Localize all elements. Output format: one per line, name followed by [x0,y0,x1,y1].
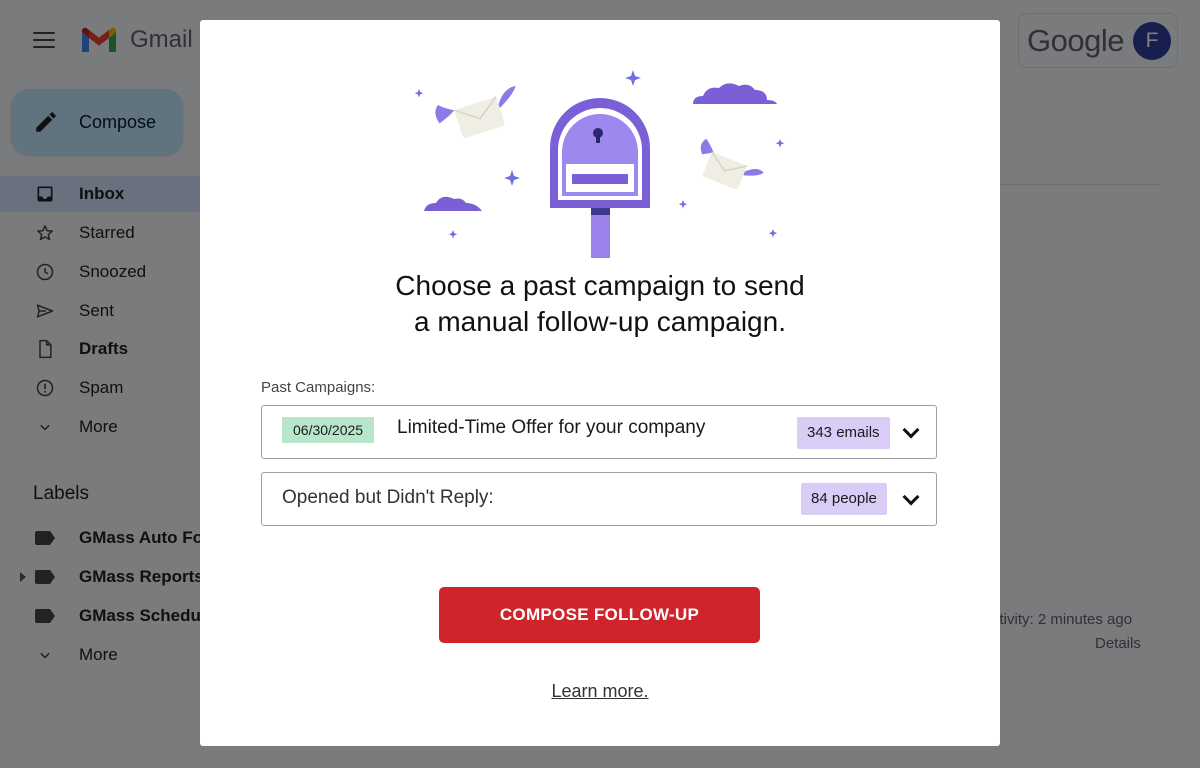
learn-more-link[interactable]: Learn more. [200,681,1000,702]
follow-up-modal: Choose a past campaign to send a manual … [200,20,1000,746]
campaign-date-badge: 06/30/2025 [282,417,375,443]
segment-label: Opened but Didn't Reply: [282,487,494,508]
people-count-badge: 84 people [801,483,887,515]
modal-headline: Choose a past campaign to send a manual … [200,268,1000,340]
campaign-name: Limited-Time Offer for your company [397,417,706,438]
past-campaigns-label: Past Campaigns: [261,379,376,396]
chevron-down-icon[interactable] [902,421,920,439]
compose-follow-up-button[interactable]: COMPOSE FOLLOW-UP [439,587,760,643]
headline-line-1: Choose a past campaign to send [395,270,805,301]
campaign-select[interactable]: 06/30/2025 Limited-Time Offer for your c… [261,405,937,459]
segment-select[interactable]: Opened but Didn't Reply: 84 people [261,472,937,526]
chevron-down-icon[interactable] [902,488,920,506]
mailbox-illustration [414,70,785,258]
headline-line-2: a manual follow-up campaign. [414,306,786,337]
email-count-badge: 343 emails [797,417,890,449]
